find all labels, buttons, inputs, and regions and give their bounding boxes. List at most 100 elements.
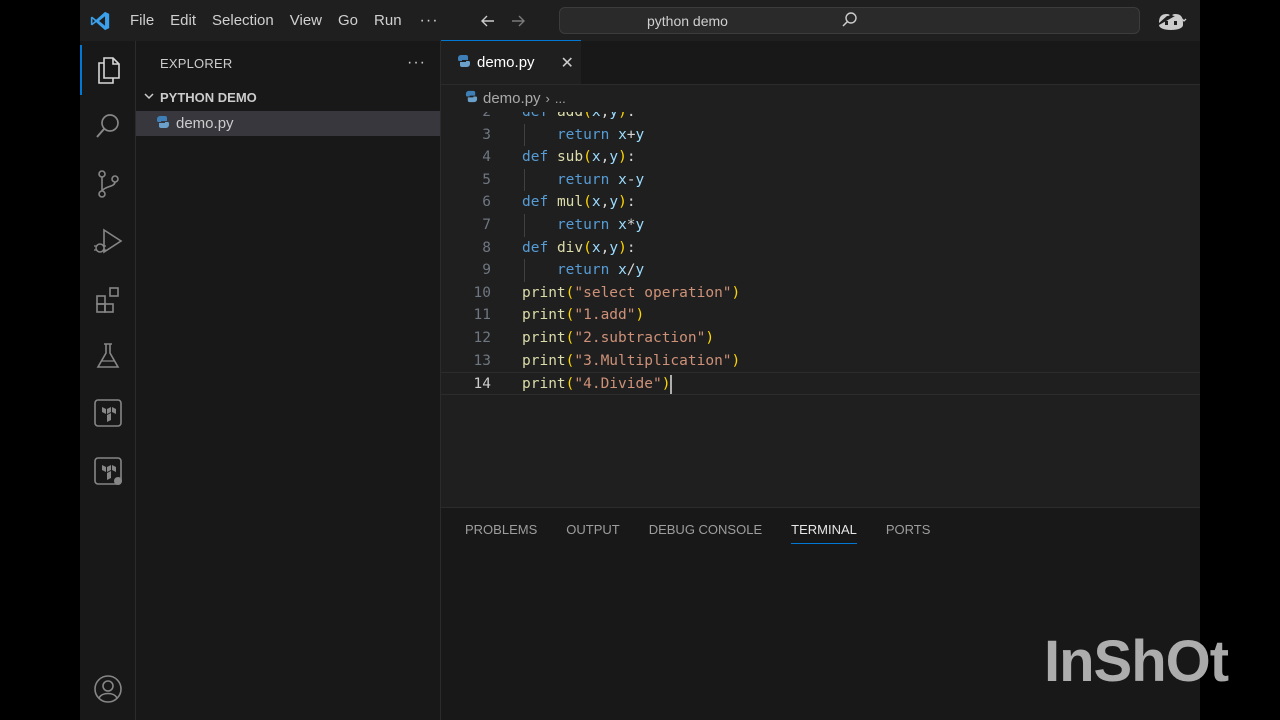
code-line: 10 print("select operation") xyxy=(441,282,1200,305)
chevron-right-icon: › xyxy=(545,90,550,106)
title-bar: File Edit Selection View Go Run ··· pyth… xyxy=(80,0,1200,41)
code-text: def add(x,y): xyxy=(522,112,636,120)
menu-go[interactable]: Go xyxy=(330,0,366,41)
code-line: 9 return x/y xyxy=(441,259,1200,282)
code-line: 8 def div(x,y): xyxy=(441,237,1200,260)
code-text: print("select operation") xyxy=(522,284,741,301)
panel-tab-terminal[interactable]: TERMINAL xyxy=(791,508,857,552)
line-number: 2 xyxy=(482,112,491,120)
back-arrow-icon[interactable] xyxy=(473,7,503,35)
file-demo-py[interactable]: demo.py xyxy=(136,111,440,136)
code-line: 5 return x-y xyxy=(441,169,1200,192)
command-center-search[interactable]: python demo xyxy=(559,7,1140,34)
code-line: 3 return x+y xyxy=(441,124,1200,147)
python-file-icon xyxy=(156,115,170,132)
navigation-controls xyxy=(473,7,533,35)
code-text: def mul(x,y): xyxy=(522,194,636,211)
line-number: 13 xyxy=(473,352,491,369)
indent-guide xyxy=(524,214,525,237)
line-number: 6 xyxy=(482,194,491,211)
code-text: return x-y xyxy=(556,171,645,188)
search-text: python demo xyxy=(647,12,728,29)
menu-file[interactable]: File xyxy=(122,0,162,41)
code-line: 2 def add(x,y): xyxy=(441,112,1200,124)
line-number: 12 xyxy=(473,330,491,346)
code-text: print("2.subtraction") xyxy=(522,330,715,346)
file-label: demo.py xyxy=(176,115,234,132)
testing-icon[interactable] xyxy=(80,331,136,381)
tab-label: demo.py xyxy=(477,54,535,71)
search-icon[interactable] xyxy=(80,101,136,151)
code-text: print("4.Divide") xyxy=(522,374,673,394)
activity-bar xyxy=(80,41,136,720)
extensions-icon[interactable] xyxy=(80,274,136,324)
editor-tabs: demo.py ✕ xyxy=(441,40,1200,85)
code-line: 6 def mul(x,y): xyxy=(441,191,1200,214)
code-line: 13 print("3.Multiplication") xyxy=(441,350,1200,373)
line-number: 5 xyxy=(482,171,491,188)
python-file-icon xyxy=(457,54,471,71)
terraform-icon[interactable] xyxy=(80,388,136,438)
line-number: 8 xyxy=(482,239,491,256)
menu-bar: File Edit Selection View Go Run ··· xyxy=(122,0,449,41)
forward-arrow-icon[interactable] xyxy=(503,7,533,35)
code-text: print("1.add") xyxy=(522,307,645,324)
close-icon[interactable]: ✕ xyxy=(561,53,574,73)
line-number: 3 xyxy=(482,126,491,143)
code-line: 7 return x*y xyxy=(441,214,1200,237)
code-text: return x*y xyxy=(556,217,645,233)
inshot-watermark: InShOt xyxy=(1044,629,1229,694)
panel-tab-debug-console[interactable]: DEBUG CONSOLE xyxy=(649,508,762,552)
code-text: print("3.Multiplication") xyxy=(522,352,741,369)
breadcrumb-file[interactable]: demo.py xyxy=(483,90,541,107)
menu-view[interactable]: View xyxy=(282,0,330,41)
menu-selection[interactable]: Selection xyxy=(204,0,282,41)
code-text: def div(x,y): xyxy=(522,239,636,256)
folder-label: PYTHON DEMO xyxy=(160,89,257,105)
line-number: 14 xyxy=(473,376,491,393)
explorer-sidebar: EXPLORER ··· PYTHON DEMO demo.py xyxy=(136,41,441,720)
vscode-logo-icon xyxy=(80,0,120,41)
editor-group: demo.py ✕ demo.py › ... 2 def add(x,y): 3 … xyxy=(441,40,1200,507)
menu-more-button[interactable]: ··· xyxy=(410,12,449,30)
vscode-window: File Edit Selection View Go Run ··· pyth… xyxy=(80,0,1200,720)
explorer-header: EXPLORER ··· xyxy=(136,41,440,85)
code-line: 11 print("1.add") xyxy=(441,304,1200,327)
line-number: 10 xyxy=(473,284,491,301)
folder-python-demo[interactable]: PYTHON DEMO xyxy=(136,85,440,109)
indent-guide xyxy=(524,168,525,192)
panel-tab-problems[interactable]: PROBLEMS xyxy=(465,508,537,552)
code-line: 12 print("2.subtraction") xyxy=(441,327,1200,350)
indent-guide xyxy=(524,259,525,282)
tab-demo-py[interactable]: demo.py ✕ xyxy=(441,40,581,84)
explorer-more-button[interactable]: ··· xyxy=(407,54,426,72)
code-text: return x+y xyxy=(556,126,645,143)
panel-tab-output[interactable]: OUTPUT xyxy=(566,508,619,552)
explorer-icon[interactable] xyxy=(80,45,136,95)
code-editor[interactable]: 2 def add(x,y): 3 return x+y 4 def sub(x,y):… xyxy=(441,112,1200,507)
text-cursor xyxy=(670,374,673,394)
indent-guide xyxy=(524,123,525,147)
explorer-title: EXPLORER xyxy=(160,55,233,71)
code-text: return x/y xyxy=(556,262,645,279)
terraform-cloud-icon[interactable] xyxy=(80,446,136,496)
run-debug-icon[interactable] xyxy=(80,216,136,266)
code-line: 4 def sub(x,y): xyxy=(441,146,1200,169)
panel-tab-ports[interactable]: PORTS xyxy=(886,508,931,552)
line-number: 7 xyxy=(482,217,491,233)
account-icon[interactable] xyxy=(80,664,136,714)
menu-edit[interactable]: Edit xyxy=(162,0,204,41)
line-number: 4 xyxy=(482,149,491,166)
panel-tabs: PROBLEMS OUTPUT DEBUG CONSOLE TERMINAL PORTS xyxy=(441,508,1200,552)
chevron-down-icon xyxy=(142,89,156,106)
line-number: 9 xyxy=(482,262,491,279)
code-line: 14 print("4.Divide") xyxy=(441,372,1200,395)
copilot-icon[interactable] xyxy=(1152,8,1192,34)
menu-run[interactable]: Run xyxy=(366,0,410,41)
python-file-icon xyxy=(465,90,478,106)
search-icon xyxy=(841,11,858,31)
breadcrumb: demo.py › ... xyxy=(441,86,1200,110)
breadcrumb-more[interactable]: ... xyxy=(555,91,566,106)
source-control-icon[interactable] xyxy=(80,159,136,209)
line-number: 11 xyxy=(473,307,491,324)
